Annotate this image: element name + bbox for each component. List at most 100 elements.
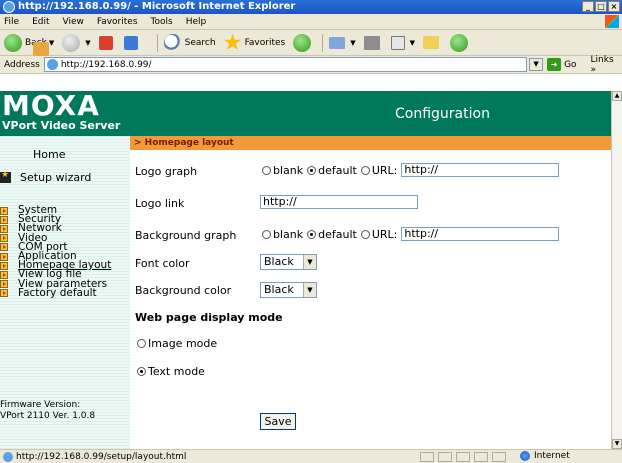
status-panel: [474, 452, 488, 462]
address-dropdown-button[interactable]: ▼: [529, 58, 544, 71]
sidebar-item-factory-default[interactable]: Factory default: [0, 287, 111, 298]
logo-link-label: Logo link: [135, 197, 185, 210]
print-icon: [363, 35, 380, 50]
refresh-button[interactable]: [123, 35, 141, 50]
ie-icon: [3, 1, 15, 13]
radio-label: URL:: [371, 227, 398, 241]
page-content: MOXA VPort Video Server Configuration Ho…: [0, 74, 622, 449]
radio-icon: [360, 165, 370, 175]
go-button[interactable]: ➜ Go: [547, 58, 577, 71]
messenger-button[interactable]: [450, 33, 471, 52]
arrow-icon: [0, 215, 8, 224]
windows-logo-icon: [605, 15, 619, 28]
chevron-down-icon[interactable]: ▼: [410, 39, 415, 47]
edit-button[interactable]: ▼: [390, 35, 415, 50]
scroll-down-icon[interactable]: ▼: [612, 439, 622, 449]
title-bar: http://192.168.0.99/ - Microsoft Interne…: [0, 0, 622, 14]
menu-tools[interactable]: Tools: [151, 17, 173, 27]
close-button[interactable]: ×: [608, 1, 620, 12]
logo-graph-default-radio[interactable]: default: [307, 164, 357, 177]
chevron-down-icon[interactable]: ▼: [85, 39, 90, 47]
display-mode-title: Web page display mode: [135, 311, 283, 324]
background-graph-options: blank default URL: http://: [262, 227, 560, 241]
arrow-icon: [0, 234, 8, 243]
image-mode-radio[interactable]: Image mode: [137, 337, 217, 350]
forward-arrow-icon: [62, 33, 81, 52]
back-arrow-icon: [4, 33, 22, 52]
chevron-down-icon[interactable]: ▼: [49, 39, 54, 47]
font-color-field: Black ▼: [260, 254, 317, 270]
search-button[interactable]: Search: [163, 33, 216, 52]
radio-icon: [262, 229, 271, 239]
sidebar-item-setup-wizard[interactable]: Setup wizard: [0, 170, 91, 184]
messenger-icon: [450, 33, 468, 52]
font-color-select[interactable]: Black ▼: [260, 254, 317, 270]
chevron-down-icon[interactable]: ▼: [303, 255, 316, 269]
background-graph-blank-radio[interactable]: blank: [262, 228, 303, 241]
firmware-label: Firmware Version:: [0, 400, 81, 410]
print-button[interactable]: [363, 35, 383, 50]
background-graph-url-input[interactable]: http://: [401, 227, 560, 241]
stop-button[interactable]: [98, 35, 116, 50]
address-url[interactable]: http://192.168.0.99/: [61, 60, 152, 70]
status-panel: [456, 452, 470, 462]
sidebar-item-home[interactable]: Home: [33, 148, 65, 161]
radio-icon: [360, 229, 370, 239]
product-name: VPort Video Server: [2, 119, 121, 132]
menu-view[interactable]: View: [63, 17, 84, 27]
background-color-select[interactable]: Black ▼: [260, 282, 317, 298]
mail-button[interactable]: ▼: [329, 36, 356, 49]
sidebar: Home Setup wizard System Security Networ…: [0, 136, 130, 449]
menu-edit[interactable]: Edit: [32, 17, 49, 27]
address-input[interactable]: http://192.168.0.99/: [43, 57, 528, 72]
menu-file[interactable]: File: [4, 17, 19, 27]
moxa-logo[interactable]: MOXA VPort Video Server: [2, 92, 121, 133]
chevron-down-icon[interactable]: ▼: [303, 283, 316, 297]
chevron-down-icon[interactable]: ▼: [350, 39, 355, 47]
menu-favorites[interactable]: Favorites: [97, 17, 138, 27]
logo-graph-url-radio[interactable]: URL:: [360, 164, 397, 177]
scroll-up-icon[interactable]: ▲: [612, 91, 622, 101]
menu-bar: File Edit View Favorites Tools Help: [0, 14, 622, 30]
folder-icon: [423, 36, 439, 49]
address-bar: Address http://192.168.0.99/ ▼ ➜ Go Link…: [0, 55, 622, 75]
page-icon: [3, 451, 13, 462]
logo-link-input[interactable]: http://: [260, 195, 418, 209]
arrow-icon: [0, 270, 8, 279]
radio-checked-icon: [307, 165, 317, 175]
radio-label: blank: [273, 163, 304, 177]
media-button[interactable]: [293, 33, 314, 52]
background-graph-url-radio[interactable]: URL:: [360, 227, 398, 241]
favorites-label: Favorites: [244, 37, 286, 48]
logo-graph-url-input[interactable]: http://: [401, 163, 560, 177]
edit-icon: [390, 35, 405, 50]
background-graph-default-radio[interactable]: default: [307, 228, 357, 241]
home-icon: [33, 42, 49, 56]
page-title: Configuration: [395, 106, 490, 122]
minimize-button[interactable]: _: [582, 1, 594, 12]
toolbar-separator: [156, 33, 158, 52]
arrow-icon: [0, 261, 8, 270]
arrow-icon: [0, 243, 8, 252]
text-mode-radio[interactable]: Text mode: [137, 365, 205, 378]
maximize-button[interactable]: □: [595, 1, 607, 12]
vertical-scrollbar[interactable]: ▲ ▼: [611, 91, 622, 449]
sidebar-item-network[interactable]: Network: [0, 223, 111, 234]
folder-button[interactable]: [423, 36, 442, 49]
radio-label: blank: [273, 227, 304, 241]
links-button[interactable]: Links »: [591, 55, 622, 75]
radio-checked-icon: [307, 229, 317, 239]
save-button[interactable]: Save: [260, 413, 296, 430]
menu-help[interactable]: Help: [186, 17, 207, 27]
refresh-icon: [123, 35, 138, 50]
logo-graph-blank-radio[interactable]: blank: [262, 164, 303, 177]
logo-link-field: http://: [260, 195, 418, 209]
arrow-icon: [0, 280, 8, 289]
status-panel: [420, 452, 434, 462]
forward-button[interactable]: ▼: [62, 33, 91, 52]
status-bar: http://192.168.0.99/setup/layout.html In…: [0, 449, 622, 463]
favorites-button[interactable]: Favorites: [223, 33, 286, 52]
go-arrow-icon: ➜: [547, 58, 562, 71]
moxa-header: MOXA VPort Video Server Configuration: [0, 91, 611, 136]
logo-graph-label: Logo graph: [135, 165, 198, 178]
